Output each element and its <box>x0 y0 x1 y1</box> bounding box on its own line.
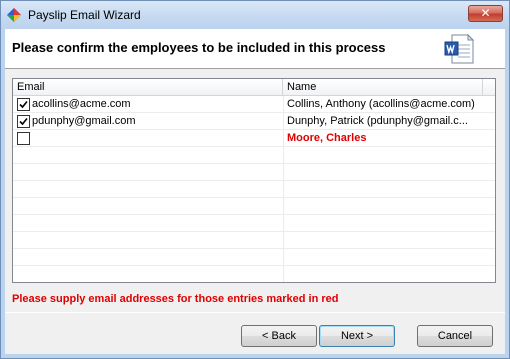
include-checkbox[interactable] <box>17 98 30 111</box>
empty-row <box>13 181 495 198</box>
wizard-window: Payslip Email Wizard ✕ Please confirm th… <box>0 0 510 359</box>
empty-row <box>13 249 495 266</box>
header-band: Please confirm the employees to be inclu… <box>5 29 505 69</box>
word-document-icon <box>444 33 475 64</box>
table-row[interactable]: acollins@acme.com Collins, Anthony (acol… <box>13 96 495 113</box>
empty-row <box>13 198 495 215</box>
email-cell: acollins@acme.com <box>32 98 131 110</box>
next-button[interactable]: Next > <box>319 325 395 347</box>
column-header-email[interactable]: Email <box>13 79 283 96</box>
grid-header: Email Name <box>13 79 495 96</box>
title-bar[interactable]: Payslip Email Wizard ✕ <box>1 1 509 29</box>
name-cell: Dunphy, Patrick (pdunphy@gmail.c... <box>287 115 468 127</box>
include-checkbox[interactable] <box>17 132 30 145</box>
table-row[interactable]: pdunphy@gmail.com Dunphy, Patrick (pdunp… <box>13 113 495 130</box>
checkmark-icon <box>19 100 28 109</box>
empty-row <box>13 164 495 181</box>
page-heading: Please confirm the employees to be inclu… <box>12 40 386 55</box>
app-icon <box>7 8 21 22</box>
empty-row <box>13 215 495 232</box>
wizard-body: Please confirm the employees to be inclu… <box>5 29 505 354</box>
cancel-button[interactable]: Cancel <box>417 325 493 347</box>
back-button[interactable]: < Back <box>241 325 317 347</box>
footer-divider <box>5 312 505 313</box>
name-cell: Collins, Anthony (acollins@acme.com) <box>287 98 475 110</box>
warning-message: Please supply email addresses for those … <box>12 293 339 305</box>
empty-row <box>13 147 495 164</box>
email-cell: pdunphy@gmail.com <box>32 115 136 127</box>
email-cell <box>32 130 280 147</box>
name-cell-missing-email: Moore, Charles <box>287 132 367 144</box>
empty-row <box>13 232 495 249</box>
close-button[interactable]: ✕ <box>468 5 503 22</box>
employee-grid[interactable]: Email Name acollins@acme.com Collins, An… <box>12 78 496 283</box>
checkmark-icon <box>19 117 28 126</box>
table-row[interactable]: Moore, Charles <box>13 130 495 147</box>
include-checkbox[interactable] <box>17 115 30 128</box>
column-header-name[interactable]: Name <box>283 79 483 96</box>
window-title: Payslip Email Wizard <box>28 8 141 22</box>
